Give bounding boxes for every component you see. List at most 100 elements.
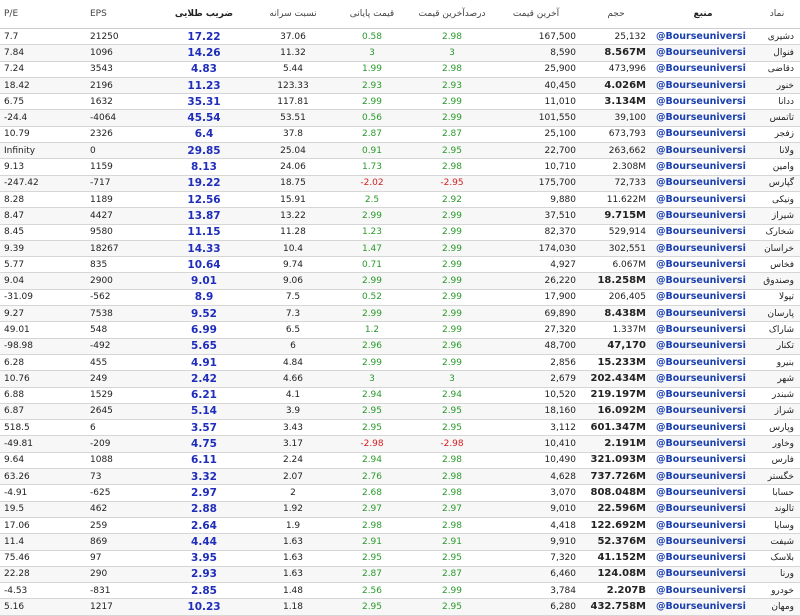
cell-golden-ratio: 2.93 [154,566,254,584]
cell-eps: 249 [62,370,154,388]
table-row[interactable]: 7.7 21250 17.22 37.06 0.58 2.98 167,500 25,132 @… [0,28,800,46]
table-row[interactable]: 8.28 1189 12.56 15.91 2.5 2.92 9,880 11.622M @Bo… [0,191,800,209]
table-row[interactable]: 6.28 455 4.91 4.84 2.99 2.99 2,856 15.233M @Bour… [0,354,800,372]
table-row[interactable]: -4.53 -831 2.85 1.48 2.56 2.99 3,784 2.207B @Bou… [0,582,800,600]
cell-golden-ratio: 29.85 [154,142,254,160]
table-row[interactable]: 9.13 1159 8.13 24.06 1.73 2.98 10,710 2.308M @Bo… [0,158,800,176]
cell-volume: 206,405 [580,289,652,307]
table-row[interactable]: 5.16 1217 10.23 1.18 2.95 2.95 6,280 432.758M @B… [0,598,800,616]
cell-golden-ratio: 14.33 [154,240,254,258]
cell-source: @Bourseuniversi [652,501,754,518]
cell-closing-price: 2.93 [332,77,412,95]
cell-eps: 1632 [62,93,154,111]
cell-last-price-percent: 2.98 [412,517,492,535]
cell-source: @Bourseuniversi [652,109,754,127]
cell-pe: -4.91 [0,484,62,502]
cell-per-capita-ratio: 6.5 [254,321,332,339]
table-row[interactable]: 5.77 835 10.64 9.74 0.71 2.99 4,927 6.067M @Bour… [0,256,800,274]
cell-source: @Bourseuniversi [652,403,754,421]
cell-volume: 39,100 [580,109,652,127]
cell-volume: 219.197M [580,387,652,404]
table-row[interactable]: 7.84 1096 14.26 11.32 3 3 8,590 8.567M @Bourseun… [0,44,800,62]
cell-golden-ratio: 19.22 [154,175,254,192]
table-row[interactable]: 6.75 1632 35.31 117.81 2.99 2.99 11,010 3.134M @… [0,93,800,111]
cell-source: @Bourseuniversi [652,452,754,470]
cell-per-capita-ratio: 1.48 [254,582,332,600]
cell-closing-price: 2.87 [332,566,412,584]
cell-last-price: 3,784 [492,582,580,600]
cell-pe: 5.16 [0,598,62,616]
table-row[interactable]: 9.39 18267 14.33 10.4 1.47 2.99 174,030 302,551… [0,240,800,258]
cell-source: @Bourseuniversi [652,435,754,453]
cell-symbol: تاتمس [754,109,800,127]
table-row[interactable]: -49.81 -209 4.75 3.17 -2.98 -2.98 10,410 2.191M… [0,435,800,453]
cell-source: @Bourseuniversi [652,468,754,486]
table-row[interactable]: 18.42 2196 11.23 123.33 2.93 2.93 40,450 4.026M… [0,77,800,95]
cell-closing-price: 2.5 [332,191,412,209]
table-row[interactable]: 6.87 2645 5.14 3.9 2.95 2.95 18,160 16.092M @Bou… [0,403,800,421]
table-row[interactable]: 63.26 73 3.32 2.07 2.76 2.98 4,628 737.726M @Bou… [0,468,800,486]
cell-per-capita-ratio: 4.1 [254,387,332,404]
table-row[interactable]: 6.88 1529 6.21 4.1 2.94 2.94 10,520 219.197M @Bo… [0,387,800,404]
cell-symbol: شهر [754,370,800,388]
table-row[interactable]: 75.46 97 3.95 1.63 2.95 2.95 7,320 41.152M @Bour… [0,550,800,567]
header-golden-ratio[interactable]: ضریب طلایی [154,0,254,29]
table-row[interactable]: -24.4 -4064 45.54 53.51 0.56 2.99 101,550 39,10… [0,109,800,127]
header-last-price-percent[interactable]: درصدآخرین قیمت [412,0,492,29]
cell-golden-ratio: 8.9 [154,289,254,307]
cell-golden-ratio: 6.99 [154,321,254,339]
cell-golden-ratio: 5.14 [154,403,254,421]
table-row[interactable]: 9.27 7538 9.52 7.3 2.99 2.99 69,890 8.438M @Bour… [0,305,800,323]
cell-closing-price: 2.99 [332,207,412,225]
cell-closing-price: 2.87 [332,126,412,144]
cell-golden-ratio: 14.26 [154,44,254,62]
cell-per-capita-ratio: 117.81 [254,93,332,111]
cell-closing-price: 0.58 [332,28,412,46]
cell-volume: 8.438M [580,305,652,323]
cell-source: @Bourseuniversi [652,77,754,95]
table-row[interactable]: 49.01 548 6.99 6.5 1.2 2.99 27,320 1.337M @Bours… [0,321,800,339]
cell-per-capita-ratio: 1.18 [254,598,332,616]
cell-eps: 1217 [62,598,154,616]
table-row[interactable]: 9.04 2900 9.01 9.06 2.99 2.99 26,220 18.258M @Bo… [0,272,800,290]
cell-last-price: 101,550 [492,109,580,127]
cell-golden-ratio: 10.23 [154,598,254,616]
header-per-capita-ratio[interactable]: نسبت سرانه [254,0,332,29]
header-symbol[interactable]: نماد [754,0,800,29]
table-row[interactable]: 10.76 249 2.42 4.66 3 3 2,679 202.434M @Bourseun… [0,370,800,388]
cell-last-price-percent: 2.95 [412,419,492,437]
table-row[interactable]: 22.28 290 2.93 1.63 2.87 2.87 6,460 124.08M @Bou… [0,566,800,584]
cell-eps: 4427 [62,207,154,225]
table-row[interactable]: 7.24 3543 4.83 5.44 1.99 2.98 25,900 473,996 @Bo… [0,61,800,78]
cell-last-price: 4,628 [492,468,580,486]
table-row[interactable]: -31.09 -562 8.9 7.5 0.52 2.99 17,900 206,405 @Bo… [0,289,800,307]
cell-eps: 548 [62,321,154,339]
cell-last-price-percent: 2.99 [412,224,492,241]
cell-per-capita-ratio: 3.17 [254,435,332,453]
table-row[interactable]: -247.42 -717 19.22 18.75 -2.02 -2.95 175,700 72… [0,175,800,192]
header-last-price[interactable]: آخرین قیمت [492,0,580,29]
table-row[interactable]: 17.06 259 2.64 1.9 2.98 2.98 4,418 122.692M @Bou… [0,517,800,535]
table-row[interactable]: 19.5 462 2.88 1.92 2.97 2.97 9,010 22.596M @Bour… [0,501,800,518]
table-row[interactable]: 8.47 4427 13.87 13.22 2.99 2.99 37,510 9.715M @B… [0,207,800,225]
cell-per-capita-ratio: 2 [254,484,332,502]
cell-eps: 0 [62,142,154,160]
cell-volume: 2.308M [580,158,652,176]
table-row[interactable]: 9.64 1088 6.11 2.24 2.94 2.98 10,490 321.093M @B… [0,452,800,470]
header-eps[interactable]: EPS [62,0,154,29]
header-volume[interactable]: حجم [580,0,652,29]
cell-last-price: 9,880 [492,191,580,209]
table-row[interactable]: 8.45 9580 11.15 11.28 1.23 2.99 82,370 529,914 @… [0,224,800,241]
cell-pe: Infinity [0,142,62,160]
header-pe[interactable]: P/E [0,0,62,29]
header-source[interactable]: منبع [652,0,754,29]
header-closing-price[interactable]: قیمت پایانی [332,0,412,29]
stock-screener-table: P/E EPS ضریب طلایی نسبت سرانه قیمت پایان… [0,0,800,616]
table-row[interactable]: 10.79 2326 6.4 37.8 2.87 2.87 25,100 673,793 @Bo… [0,126,800,144]
table-row[interactable]: Infinity 0 29.85 25.04 0.91 2.95 22,700 263,662… [0,142,800,160]
table-row[interactable]: 11.4 869 4.44 1.63 2.91 2.91 9,910 52.376M @Bour… [0,533,800,551]
cell-volume: 263,662 [580,142,652,160]
table-row[interactable]: -4.91 -625 2.97 2 2.68 2.98 3,070 808.048M @Bour… [0,484,800,502]
table-row[interactable]: -98.98 -492 5.65 6 2.96 2.96 48,700 47,170 @Bour… [0,338,800,355]
table-row[interactable]: 518.5 6 3.57 3.43 2.95 2.95 3,112 601.347M @Bour… [0,419,800,437]
